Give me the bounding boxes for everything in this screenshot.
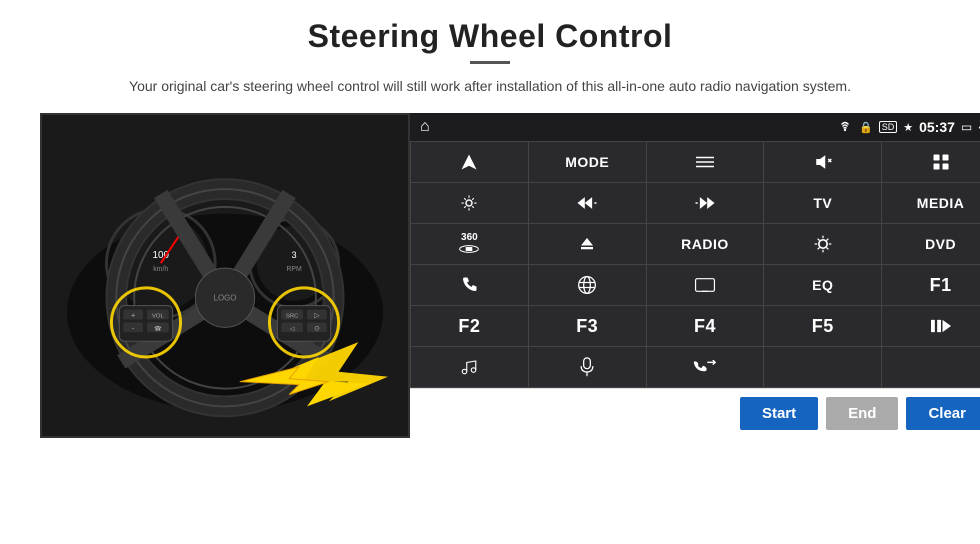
- svg-text:LOGO: LOGO: [214, 294, 237, 303]
- content-row: 100 km/h 3 RPM: [40, 113, 940, 438]
- grid-display[interactable]: [647, 265, 764, 305]
- lock-icon: 🔒: [859, 121, 873, 134]
- grid-next[interactable]: [647, 183, 764, 223]
- svg-text:VOL: VOL: [152, 313, 165, 319]
- svg-text:3: 3: [292, 250, 297, 260]
- start-button[interactable]: Start: [740, 397, 818, 430]
- grid-prev[interactable]: [529, 183, 646, 223]
- grid-answer[interactable]: [647, 347, 764, 387]
- wifi-icon: [837, 120, 853, 135]
- grid-radio[interactable]: RADIO: [647, 224, 764, 264]
- svg-text:⊙: ⊙: [314, 325, 320, 332]
- svg-text:+: +: [131, 312, 135, 319]
- grid-f3[interactable]: F3: [529, 306, 646, 346]
- grid-brightness[interactable]: [764, 224, 881, 264]
- svg-text:◁: ◁: [290, 326, 295, 332]
- title-divider: [470, 61, 510, 64]
- grid-mode[interactable]: MODE: [529, 142, 646, 182]
- right-panel: ⌂ 🔒 SD ★ 05:37 ▭ ↩: [410, 113, 980, 438]
- grid-music[interactable]: [411, 347, 528, 387]
- screen-icon: ▭: [961, 120, 972, 134]
- grid-phone[interactable]: [411, 265, 528, 305]
- bottom-bar: Start End Clear: [410, 388, 980, 438]
- svg-text:km/h: km/h: [153, 266, 168, 273]
- status-time: 05:37: [919, 119, 955, 135]
- radio-ui: ⌂ 🔒 SD ★ 05:37 ▭ ↩: [410, 113, 980, 388]
- grid-play-pause[interactable]: [882, 306, 980, 346]
- button-grid: MODE: [410, 141, 980, 388]
- grid-settings[interactable]: [411, 183, 528, 223]
- grid-f5[interactable]: F5: [764, 306, 881, 346]
- grid-dvd[interactable]: DVD: [882, 224, 980, 264]
- svg-text:☎: ☎: [154, 325, 162, 332]
- grid-empty-2: [882, 347, 980, 387]
- clear-button[interactable]: Clear: [906, 397, 980, 430]
- grid-mic[interactable]: [529, 347, 646, 387]
- grid-mute[interactable]: [764, 142, 881, 182]
- bt-icon: ★: [903, 121, 913, 134]
- grid-eject[interactable]: [529, 224, 646, 264]
- grid-media[interactable]: MEDIA: [882, 183, 980, 223]
- svg-text:▷: ▷: [314, 312, 320, 319]
- grid-360cam[interactable]: 360: [411, 224, 528, 264]
- svg-text:SRC: SRC: [286, 313, 299, 319]
- sd-icon: SD: [879, 121, 898, 133]
- grid-internet[interactable]: [529, 265, 646, 305]
- steering-wheel-image: 100 km/h 3 RPM: [40, 113, 410, 438]
- grid-empty-1: [764, 347, 881, 387]
- end-button[interactable]: End: [826, 397, 898, 430]
- home-icon[interactable]: ⌂: [420, 118, 430, 136]
- page-title: Steering Wheel Control: [308, 18, 673, 55]
- page-subtitle: Your original car's steering wheel contr…: [129, 76, 851, 97]
- status-bar: ⌂ 🔒 SD ★ 05:37 ▭ ↩: [410, 113, 980, 141]
- svg-text:100: 100: [153, 250, 170, 261]
- page-wrapper: Steering Wheel Control Your original car…: [0, 0, 980, 544]
- grid-f4[interactable]: F4: [647, 306, 764, 346]
- grid-eq[interactable]: EQ: [764, 265, 881, 305]
- grid-apps[interactable]: [882, 142, 980, 182]
- status-right: 🔒 SD ★ 05:37 ▭ ↩: [837, 119, 980, 136]
- svg-text:-: -: [132, 325, 134, 332]
- svg-text:RPM: RPM: [286, 266, 302, 273]
- grid-list[interactable]: [647, 142, 764, 182]
- grid-f2[interactable]: F2: [411, 306, 528, 346]
- grid-navigate[interactable]: [411, 142, 528, 182]
- grid-f1[interactable]: F1: [882, 265, 980, 305]
- grid-tv[interactable]: TV: [764, 183, 881, 223]
